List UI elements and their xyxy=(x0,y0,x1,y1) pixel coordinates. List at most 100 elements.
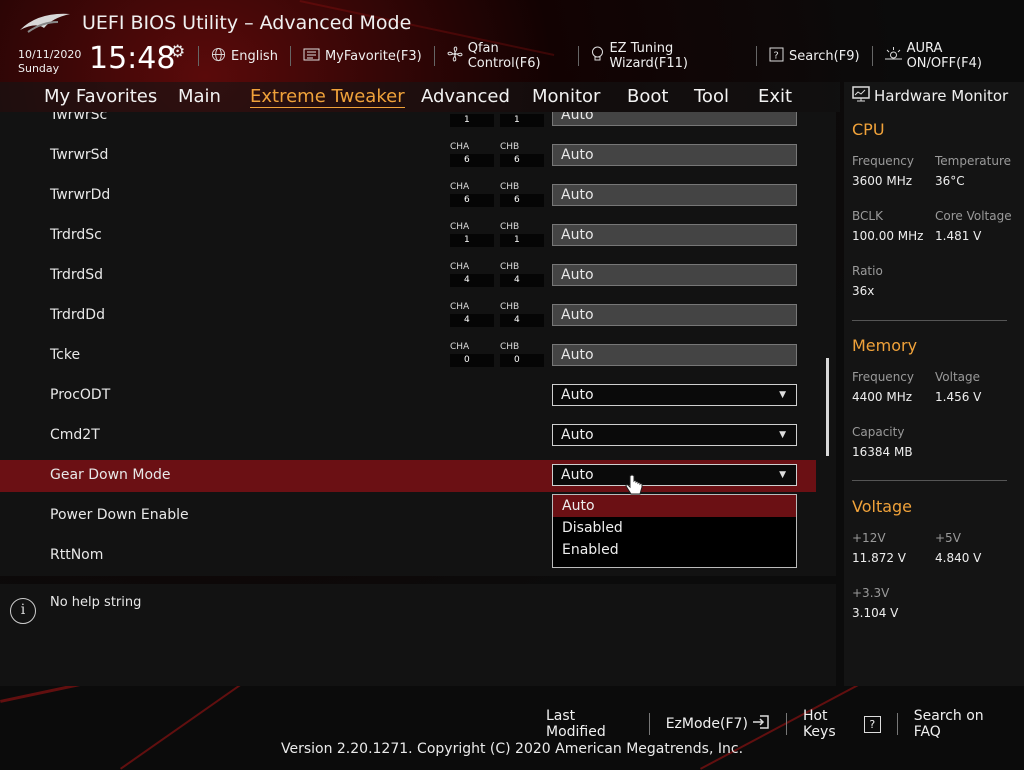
setting-label: RttNom xyxy=(50,547,104,563)
info-icon: i xyxy=(10,598,36,624)
language-button[interactable]: English xyxy=(198,46,290,66)
setting-label: Power Down Enable xyxy=(50,507,189,523)
cpu-temperature-label: Temperature xyxy=(935,154,1012,168)
capacity-value: 16384 MB xyxy=(852,445,913,459)
setting-row[interactable]: TwrwrSd CHA 6 CHB 6 Auto xyxy=(0,140,816,172)
select-value: Auto xyxy=(561,467,594,483)
exit-arrow-icon xyxy=(752,714,770,734)
date-display: 10/11/2020 Sunday xyxy=(18,48,81,76)
last-modified-label: Last Modified xyxy=(546,708,606,740)
search-button[interactable]: ? Search(F9) xyxy=(756,46,872,66)
setting-label: TwrwrSd xyxy=(50,147,109,163)
setting-input[interactable]: Auto xyxy=(552,112,797,126)
setting-row-selected[interactable]: Gear Down Mode Auto ▼ xyxy=(0,460,816,492)
setting-row[interactable]: TwrwrSc 1 1 Auto xyxy=(0,112,816,132)
memory-frequency-label: Frequency xyxy=(852,370,914,384)
tab-extreme-tweaker[interactable]: Extreme Tweaker xyxy=(250,86,405,108)
cpu-frequency-label: Frequency xyxy=(852,154,914,168)
tab-boot[interactable]: Boot xyxy=(627,86,668,107)
gear-down-mode-select[interactable]: Auto ▼ xyxy=(552,464,797,486)
gear-icon[interactable]: ⚙ xyxy=(170,42,185,62)
divider xyxy=(852,480,1007,481)
cha-value: CHA 6 xyxy=(450,142,494,167)
ratio-value: 36x xyxy=(852,284,875,298)
ezmode-label: EzMode(F7) xyxy=(665,716,748,732)
setting-input[interactable]: Auto xyxy=(552,344,797,366)
search-faq-label: Search on FAQ xyxy=(913,708,984,740)
settings-list: TwrwrSc 1 1 Auto TwrwrSd CHA 6 CHB 6 Auto … xyxy=(0,112,836,576)
chb-value: CHB 0 xyxy=(500,342,544,367)
monitor-icon xyxy=(852,86,870,106)
dropdown-option-disabled[interactable]: Disabled xyxy=(553,517,796,539)
aura-button[interactable]: AURA ON/OFF(F4) xyxy=(871,41,1024,71)
cmd2t-select[interactable]: Auto ▼ xyxy=(552,424,797,446)
qfan-label: Qfan Control(F6) xyxy=(467,41,541,71)
bulb-icon xyxy=(591,46,604,66)
setting-row[interactable]: Tcke CHA 0 CHB 0 Auto xyxy=(0,340,816,372)
help-text: No help string xyxy=(50,595,142,610)
qfan-button[interactable]: Qfan Control(F6) xyxy=(433,41,579,71)
scrollbar[interactable] xyxy=(826,358,829,456)
main-nav: My Favorites Main Extreme Tweaker Advanc… xyxy=(0,82,840,112)
procodt-select[interactable]: Auto ▼ xyxy=(552,384,797,406)
bclk-label: BCLK xyxy=(852,209,883,223)
language-label: English xyxy=(231,48,278,64)
search-label: Search(F9) xyxy=(789,48,860,64)
last-modified-button[interactable]: Last Modified xyxy=(530,708,649,740)
setting-label: Tcke xyxy=(50,347,81,363)
cha-value: CHA 4 xyxy=(450,302,494,327)
tab-exit[interactable]: Exit xyxy=(758,86,792,107)
setting-row[interactable]: TrdrdSc CHA 1 CHB 1 Auto xyxy=(0,220,816,252)
date-text: 10/11/2020 xyxy=(18,48,82,61)
setting-input[interactable]: Auto xyxy=(552,264,797,286)
myfavorite-button[interactable]: MyFavorite(F3) xyxy=(289,46,434,66)
setting-row[interactable]: TrdrdDd CHA 4 CHB 4 Auto xyxy=(0,300,816,332)
help-search-icon: ? xyxy=(769,47,784,66)
chb-value: CHB 4 xyxy=(500,262,544,287)
dropdown-option-enabled[interactable]: Enabled xyxy=(553,539,796,561)
v33-value: 3.104 V xyxy=(852,606,899,620)
setting-row[interactable]: Cmd2T Auto ▼ xyxy=(0,420,816,452)
setting-input[interactable]: Auto xyxy=(552,144,797,166)
setting-label: TrdrdSd xyxy=(50,267,104,283)
capacity-label: Capacity xyxy=(852,425,905,439)
ezmode-button[interactable]: EzMode(F7) xyxy=(648,713,786,735)
setting-label: ProcODT xyxy=(50,387,111,403)
help-panel: i No help string xyxy=(0,584,836,686)
v12-label: +12V xyxy=(852,531,886,545)
chb-value: 1 xyxy=(500,112,544,127)
setting-row[interactable]: TwrwrDd CHA 6 CHB 6 Auto xyxy=(0,180,816,212)
setting-label: Gear Down Mode xyxy=(50,467,171,483)
day-text: Sunday xyxy=(18,62,60,75)
cha-value: 1 xyxy=(450,112,494,127)
caret-down-icon: ▼ xyxy=(779,470,786,480)
setting-input[interactable]: Auto xyxy=(552,304,797,326)
tab-tool[interactable]: Tool xyxy=(694,86,729,107)
chb-value: CHB 4 xyxy=(500,302,544,327)
tab-advanced[interactable]: Advanced xyxy=(421,86,510,107)
setting-row[interactable]: TrdrdSd CHA 4 CHB 4 Auto xyxy=(0,260,816,292)
v12-value: 11.872 V xyxy=(852,551,907,565)
search-faq-button[interactable]: Search on FAQ xyxy=(896,708,1024,740)
hot-keys-button[interactable]: Hot Keys ? xyxy=(785,708,897,740)
setting-input[interactable]: Auto xyxy=(552,184,797,206)
memory-voltage-value: 1.456 V xyxy=(935,390,982,404)
toolbar: English MyFavorite(F3) Qfan Control(F6) … xyxy=(198,41,1024,71)
v5-label: +5V xyxy=(935,531,961,545)
cpu-temperature-value: 36°C xyxy=(935,174,965,188)
setting-input[interactable]: Auto xyxy=(552,224,797,246)
tab-monitor[interactable]: Monitor xyxy=(532,86,600,107)
hand-cursor-icon xyxy=(624,474,644,503)
memory-frequency-value: 4400 MHz xyxy=(852,390,913,404)
aura-icon xyxy=(884,46,902,66)
svg-text:?: ? xyxy=(774,50,779,61)
chb-value: CHB 1 xyxy=(500,222,544,247)
ez-tuning-button[interactable]: EZ Tuning Wizard(F11) xyxy=(578,41,756,71)
tab-main[interactable]: Main xyxy=(178,86,221,107)
setting-row[interactable]: ProcODT Auto ▼ xyxy=(0,380,816,412)
cha-value: CHA 4 xyxy=(450,262,494,287)
chb-value: CHB 6 xyxy=(500,142,544,167)
myfavorite-label: MyFavorite(F3) xyxy=(324,48,422,64)
dropdown-option-auto[interactable]: Auto xyxy=(553,495,796,517)
tab-my-favorites[interactable]: My Favorites xyxy=(44,86,157,107)
